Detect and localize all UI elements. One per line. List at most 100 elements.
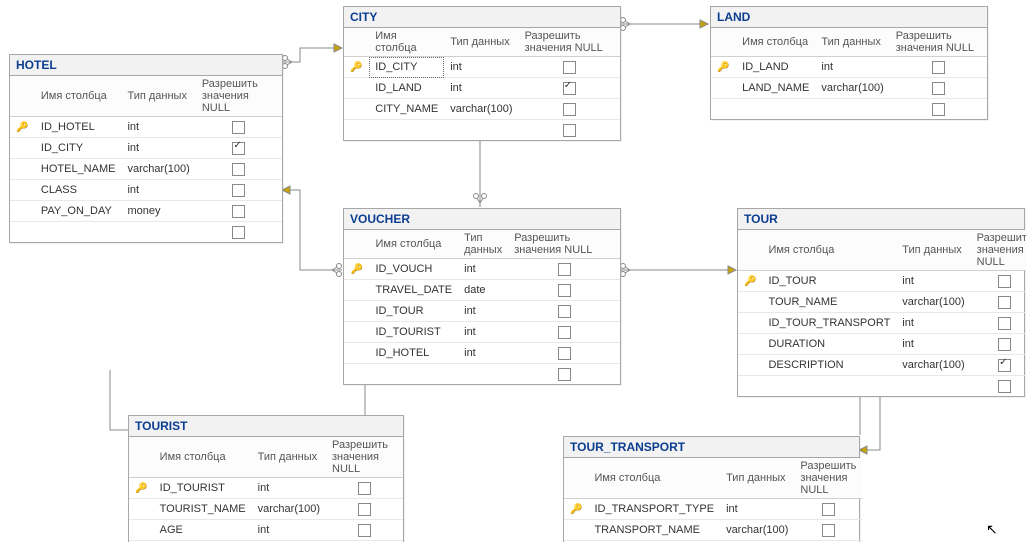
- column-type: int: [896, 334, 970, 355]
- allow-null-checkbox[interactable]: [558, 368, 571, 381]
- allow-null-checkbox[interactable]: [998, 275, 1011, 288]
- header-null: Разрешить значения NULL: [794, 458, 862, 499]
- allow-null-checkbox[interactable]: [563, 124, 576, 137]
- table-tour[interactable]: TOURИмя столбцаТип данныхРазрешить значе…: [737, 208, 1025, 397]
- header-null: Разрешить значения NULL: [890, 28, 987, 57]
- diagram-canvas[interactable]: HOTELИмя столбцаТип данныхРазрешить знач…: [0, 0, 1026, 542]
- header-name: Имя столбца: [736, 28, 815, 57]
- header-type: Тип данных: [252, 437, 326, 478]
- allow-null-checkbox[interactable]: [232, 184, 245, 197]
- table-city[interactable]: CITYИмя столбцаТип данныхРазрешить значе…: [343, 6, 621, 141]
- allow-null-checkbox[interactable]: [998, 317, 1011, 330]
- column-row[interactable]: LAND_NAMEvarchar(100): [711, 78, 987, 99]
- allow-null-checkbox[interactable]: [932, 61, 945, 74]
- allow-null-checkbox[interactable]: [232, 121, 245, 134]
- header-name: Имя столбца: [369, 28, 444, 57]
- column-type: [444, 120, 518, 141]
- allow-null-checkbox[interactable]: [558, 263, 571, 276]
- column-row[interactable]: 🔑ID_TOURint: [738, 271, 1026, 292]
- column-row[interactable]: AGEint: [129, 520, 403, 541]
- column-row[interactable]: DESCRIPTIONvarchar(100): [738, 355, 1026, 376]
- allow-null-checkbox[interactable]: [232, 226, 245, 239]
- allow-null-checkbox[interactable]: [558, 305, 571, 318]
- column-row[interactable]: ID_TOUR_TRANSPORTint: [738, 313, 1026, 334]
- column-name: TOURIST_NAME: [154, 499, 252, 520]
- column-row[interactable]: 🔑ID_TOURISTint: [129, 478, 403, 499]
- allow-null-checkbox[interactable]: [998, 359, 1011, 372]
- column-type: [121, 222, 195, 243]
- column-row[interactable]: TOUR_NAMEvarchar(100): [738, 292, 1026, 313]
- allow-null-checkbox[interactable]: [358, 524, 371, 537]
- column-row[interactable]: [738, 376, 1026, 397]
- allow-null-checkbox[interactable]: [998, 296, 1011, 309]
- table-tour-transport[interactable]: TOUR_TRANSPORTИмя столбцаТип данныхРазре…: [563, 436, 860, 542]
- column-row[interactable]: 🔑ID_HOTELint: [10, 117, 282, 138]
- column-name: TRANSPORT_NAME: [588, 520, 720, 541]
- allow-null-checkbox[interactable]: [558, 284, 571, 297]
- column-name: ID_TOUR_TRANSPORT: [762, 313, 896, 334]
- column-name: CLASS: [35, 180, 122, 201]
- allow-null-checkbox[interactable]: [563, 82, 576, 95]
- column-row[interactable]: 🔑ID_CITYint: [344, 57, 620, 78]
- column-row[interactable]: [344, 364, 620, 385]
- column-name: ID_CITY: [369, 57, 444, 78]
- column-row[interactable]: ID_LANDint: [344, 78, 620, 99]
- allow-null-checkbox[interactable]: [822, 503, 835, 516]
- allow-null-checkbox[interactable]: [232, 205, 245, 218]
- allow-null-checkbox[interactable]: [558, 326, 571, 339]
- column-row[interactable]: PAY_ON_DAYmoney: [10, 201, 282, 222]
- table-voucher[interactable]: VOUCHERИмя столбцаТип данныхРазрешить зн…: [343, 208, 621, 385]
- allow-null-checkbox[interactable]: [998, 380, 1011, 393]
- column-name: ID_TOUR: [762, 271, 896, 292]
- table-tourist[interactable]: TOURISTИмя столбцаТип данныхРазрешить зн…: [128, 415, 404, 542]
- column-name: ID_HOTEL: [370, 343, 459, 364]
- allow-null-checkbox[interactable]: [998, 338, 1011, 351]
- allow-null-checkbox[interactable]: [232, 163, 245, 176]
- column-row[interactable]: ID_HOTELint: [344, 343, 620, 364]
- column-type: int: [815, 57, 889, 78]
- column-row[interactable]: ID_TOURISTint: [344, 322, 620, 343]
- column-row[interactable]: ID_TOURint: [344, 301, 620, 322]
- column-row[interactable]: TOURIST_NAMEvarchar(100): [129, 499, 403, 520]
- allow-null-checkbox[interactable]: [558, 347, 571, 360]
- allow-null-checkbox[interactable]: [563, 103, 576, 116]
- header-type: Тип данных: [896, 230, 970, 271]
- column-row[interactable]: 🔑ID_VOUCHint: [344, 259, 620, 280]
- column-row[interactable]: 🔑ID_LANDint: [711, 57, 987, 78]
- column-type: varchar(100): [896, 292, 970, 313]
- column-row[interactable]: [711, 99, 987, 120]
- allow-null-checkbox[interactable]: [822, 524, 835, 537]
- column-type: varchar(100): [252, 499, 326, 520]
- column-type: date: [458, 280, 508, 301]
- column-row[interactable]: CLASSint: [10, 180, 282, 201]
- allow-null-checkbox[interactable]: [358, 503, 371, 516]
- table-hotel[interactable]: HOTELИмя столбцаТип данныхРазрешить знач…: [9, 54, 283, 243]
- column-name: [369, 120, 444, 141]
- column-row[interactable]: 🔑ID_TRANSPORT_TYPEint: [564, 499, 862, 520]
- column-name: ID_HOTEL: [35, 117, 122, 138]
- column-name: PAY_ON_DAY: [35, 201, 122, 222]
- allow-null-checkbox[interactable]: [932, 82, 945, 95]
- allow-null-checkbox[interactable]: [563, 61, 576, 74]
- primary-key-icon: 🔑: [350, 62, 362, 73]
- allow-null-checkbox[interactable]: [932, 103, 945, 116]
- column-row[interactable]: HOTEL_NAMEvarchar(100): [10, 159, 282, 180]
- table-land[interactable]: LANDИмя столбцаТип данныхРазрешить значе…: [710, 6, 988, 120]
- allow-null-checkbox[interactable]: [358, 482, 371, 495]
- column-type: [815, 99, 889, 120]
- column-type: money: [121, 201, 195, 222]
- mouse-cursor-icon: ↖: [986, 521, 998, 538]
- header-name: Имя столбца: [154, 437, 252, 478]
- header-type: Тип данных: [444, 28, 518, 57]
- column-type: int: [896, 271, 970, 292]
- column-row[interactable]: ID_CITYint: [10, 138, 282, 159]
- column-row[interactable]: CITY_NAMEvarchar(100): [344, 99, 620, 120]
- allow-null-checkbox[interactable]: [232, 142, 245, 155]
- column-row[interactable]: TRANSPORT_NAMEvarchar(100): [564, 520, 862, 541]
- header-type: Тип данных: [720, 458, 794, 499]
- column-type: int: [458, 259, 508, 280]
- column-row[interactable]: TRAVEL_DATEdate: [344, 280, 620, 301]
- column-row[interactable]: [344, 120, 620, 141]
- column-row[interactable]: [10, 222, 282, 243]
- column-row[interactable]: DURATIONint: [738, 334, 1026, 355]
